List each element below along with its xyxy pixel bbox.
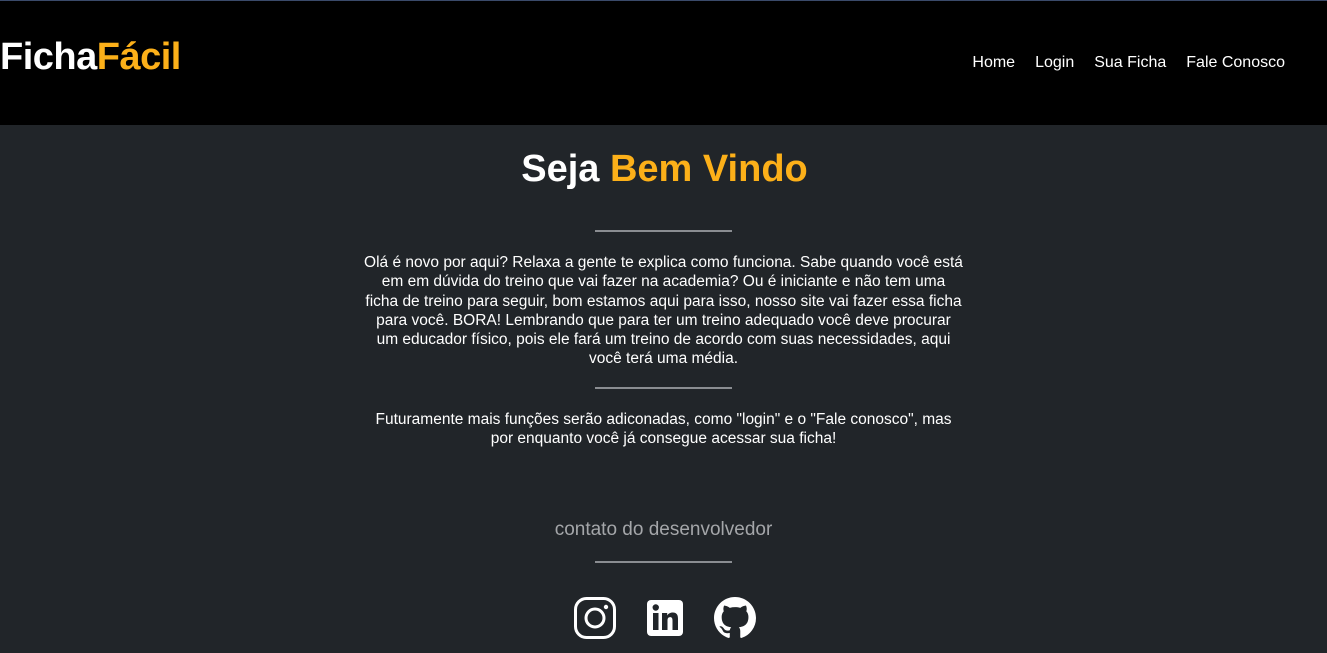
future-paragraph: Futuramente mais funções serão adiconada… <box>375 410 952 448</box>
nav-login[interactable]: Login <box>1035 54 1074 72</box>
linkedin-icon[interactable] <box>644 597 686 639</box>
intro-paragraph: Olá é novo por aqui? Relaxa a gente te e… <box>364 254 963 368</box>
divider <box>595 561 732 564</box>
main-nav: Home Login Sua Ficha Fale Conosco <box>952 54 1285 72</box>
site-header: FichaFácil Home Login Sua Ficha Fale Con… <box>0 5 1327 125</box>
logo-text-accent: Fácil <box>96 36 182 78</box>
instagram-icon[interactable] <box>573 597 616 640</box>
logo-text-primary: Ficha <box>0 36 97 78</box>
contact-label: contato do desenvolvedor <box>554 519 773 541</box>
main-content: Seja Bem Vindo Olá é novo por aqui? Rela… <box>0 125 1327 640</box>
nav-fale-conosco[interactable]: Fale Conosco <box>1186 54 1285 72</box>
github-icon[interactable] <box>713 597 756 639</box>
page-title: Seja Bem Vindo <box>2 145 1327 193</box>
divider <box>595 230 732 232</box>
nav-home[interactable]: Home <box>972 54 1015 72</box>
logo[interactable]: FichaFácil <box>0 36 181 79</box>
social-links <box>2 597 1327 640</box>
nav-sua-ficha[interactable]: Sua Ficha <box>1094 54 1166 72</box>
divider <box>595 386 732 389</box>
title-text-accent: Bem Vindo <box>609 148 808 190</box>
title-text-primary: Seja <box>521 148 600 190</box>
